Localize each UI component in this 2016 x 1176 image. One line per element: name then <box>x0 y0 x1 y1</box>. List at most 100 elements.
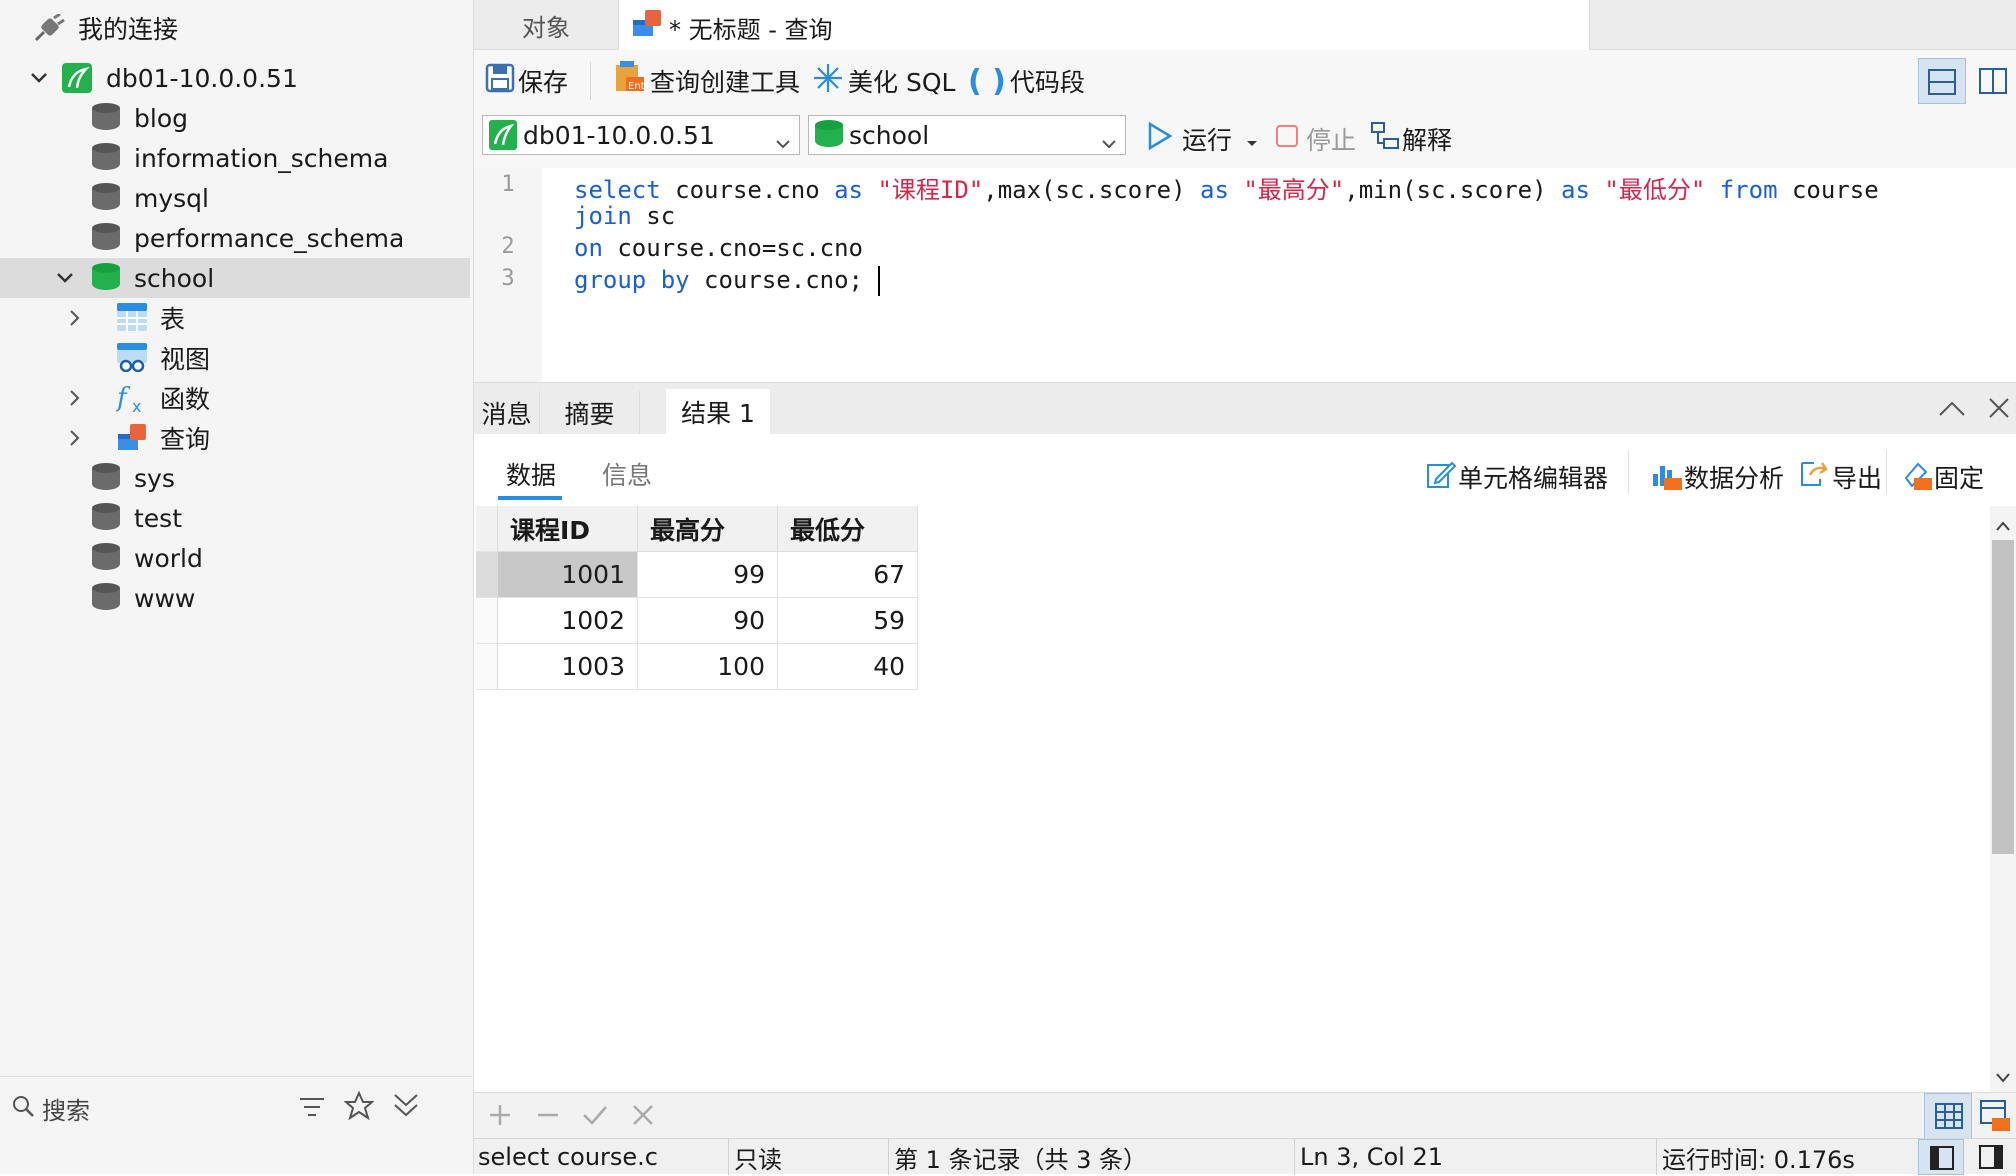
sql-text: ,max(sc.score) <box>983 176 1200 204</box>
schema-object-node[interactable]: 查询 <box>0 418 470 458</box>
database-node[interactable]: performance_schema <box>0 218 470 258</box>
data-analysis-button[interactable]: 数据分析 <box>1650 456 1784 498</box>
discard-changes-icon[interactable] <box>632 1104 654 1130</box>
table-cell[interactable]: 67 <box>778 552 918 598</box>
code-line[interactable]: on course.cno=sc.cno <box>574 234 863 262</box>
connection-node[interactable]: db01-10.0.0.51 <box>0 58 470 98</box>
apply-changes-icon[interactable] <box>582 1103 608 1131</box>
add-row-icon[interactable] <box>488 1103 512 1131</box>
vertical-scrollbar[interactable] <box>1990 506 2016 1092</box>
database-node[interactable]: blog <box>0 98 470 138</box>
code-line[interactable]: group by course.cno; <box>574 266 863 294</box>
row-header[interactable] <box>476 598 498 644</box>
chevron-right-icon[interactable] <box>64 427 86 449</box>
row-header[interactable] <box>476 644 498 690</box>
column-header[interactable]: 最低分 <box>778 506 918 552</box>
scroll-up-icon[interactable] <box>1996 516 2010 535</box>
sql-keyword: as <box>834 176 863 204</box>
scroll-down-icon[interactable] <box>1996 1068 2010 1087</box>
pin-button[interactable]: 固定 <box>1900 456 1984 498</box>
table-cell[interactable]: 59 <box>778 598 918 644</box>
database-label: information_schema <box>134 143 389 173</box>
grid-view-button[interactable] <box>1924 1093 1972 1139</box>
table-cell[interactable]: 100 <box>638 644 778 690</box>
database-label: test <box>134 503 183 533</box>
collapse-icon[interactable] <box>392 1091 420 1123</box>
view-icon <box>116 342 148 378</box>
tab-summary[interactable]: 摘要 <box>540 391 640 435</box>
run-dropdown-icon[interactable] <box>1246 125 1258 154</box>
status-mode: 只读 <box>734 1145 782 1174</box>
code-snippet-button[interactable]: ( ) 代码段 <box>968 60 1085 102</box>
schema-object-node[interactable]: 视图 <box>0 338 470 378</box>
subtab-data[interactable]: 数据 <box>506 456 556 492</box>
query-icon <box>116 422 150 460</box>
chevron-down-icon[interactable] <box>54 267 76 289</box>
search-input[interactable]: 搜索 <box>42 1091 90 1126</box>
database-combo[interactable]: school <box>808 115 1126 155</box>
chevron-right-icon[interactable] <box>64 387 86 409</box>
database-icon <box>92 263 120 293</box>
filter-icon[interactable] <box>298 1095 326 1123</box>
table-cell[interactable]: 1002 <box>498 598 638 644</box>
tab-objects[interactable]: 对象 <box>474 0 618 50</box>
my-connections-label: 我的连接 <box>78 15 179 44</box>
code-line[interactable]: select course.cno as "课程ID",max(sc.score… <box>574 170 1879 205</box>
query-tab-icon <box>631 8 665 46</box>
table-cell[interactable]: 40 <box>778 644 918 690</box>
panel-right-button[interactable] <box>1968 1139 2014 1175</box>
schema-object-label: 查询 <box>160 425 211 454</box>
function-icon: fx <box>115 382 150 420</box>
table-cell[interactable]: 90 <box>638 598 778 644</box>
connection-combo[interactable]: db01-10.0.0.51 <box>482 115 800 155</box>
database-icon <box>92 143 120 173</box>
sql-editor[interactable]: 1 2 3 select course.cno as "课程ID",max(sc… <box>474 168 2016 382</box>
chevron-up-icon[interactable] <box>1938 399 1966 421</box>
tab-query[interactable]: * 无标题 - 查询 <box>618 0 1590 50</box>
chevron-right-icon[interactable] <box>64 307 86 329</box>
subtab-info[interactable]: 信息 <box>602 456 652 492</box>
tab-messages[interactable]: 消息 <box>474 391 540 435</box>
database-node[interactable]: sys <box>0 458 470 498</box>
database-label: blog <box>134 103 188 133</box>
database-node[interactable]: world <box>0 538 470 578</box>
schema-object-node[interactable]: f x 函数 <box>0 378 470 418</box>
explain-button[interactable]: 解释 <box>1370 118 1452 160</box>
tab-result-1[interactable]: 结果 1 <box>666 389 770 435</box>
code-line[interactable]: join sc <box>574 202 675 230</box>
my-connections-header[interactable]: 我的连接 <box>0 8 470 48</box>
schema-object-node[interactable]: 表 <box>0 298 470 338</box>
table-cell[interactable]: 1001 <box>498 552 638 598</box>
delete-row-icon[interactable] <box>536 1103 560 1131</box>
database-node[interactable]: www <box>0 578 470 618</box>
database-node[interactable]: mysql <box>0 178 470 218</box>
status-records: 第 1 条记录（共 3 条） <box>894 1145 1148 1174</box>
layout-vertical-button[interactable] <box>1970 58 2016 104</box>
database-node[interactable]: school <box>0 258 470 298</box>
database-node[interactable]: test <box>0 498 470 538</box>
stop-button[interactable]: 停止 <box>1274 118 1356 160</box>
chevron-down-icon[interactable] <box>28 67 50 89</box>
column-header[interactable]: 课程ID <box>498 506 638 552</box>
panel-left-button[interactable] <box>1918 1139 1964 1175</box>
table-cell[interactable]: 99 <box>638 552 778 598</box>
database-icon <box>92 463 120 493</box>
cell-editor-label: 单元格编辑器 <box>1458 464 1609 493</box>
database-node[interactable]: information_schema <box>0 138 470 178</box>
export-button[interactable]: 导出 <box>1798 456 1882 498</box>
save-button[interactable]: 保存 <box>484 60 568 102</box>
form-view-button[interactable] <box>1974 1093 2016 1139</box>
star-icon[interactable] <box>343 1090 375 1125</box>
column-header[interactable]: 最高分 <box>638 506 778 552</box>
cell-editor-button[interactable]: 单元格编辑器 <box>1426 456 1608 498</box>
query-builder-button[interactable]: Ent 查询创建工具 <box>614 60 800 102</box>
beautify-sql-button[interactable]: 美化 SQL <box>812 60 955 102</box>
close-icon[interactable] <box>1988 397 2010 423</box>
scrollbar-thumb[interactable] <box>1992 540 2014 854</box>
row-header[interactable] <box>476 552 498 598</box>
run-button[interactable]: 运行 <box>1146 118 1258 160</box>
layout-horizontal-button[interactable] <box>1918 58 1966 104</box>
grid-footer-toolbar <box>474 1092 2016 1139</box>
toolbar-divider <box>590 62 591 100</box>
table-cell[interactable]: 1003 <box>498 644 638 690</box>
